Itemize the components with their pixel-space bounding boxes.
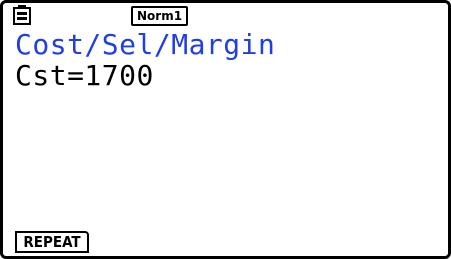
- result-line: Cst=1700: [15, 59, 154, 92]
- mode-badge: Norm1: [131, 6, 189, 26]
- battery-icon: [13, 5, 31, 25]
- screen-title: Cost/Sel/Margin: [15, 28, 276, 61]
- status-bar: Norm1: [3, 3, 448, 27]
- repeat-button[interactable]: REPEAT: [15, 231, 89, 253]
- calculator-screen: Norm1 Cost/Sel/Margin Cst=1700 REPEAT: [0, 0, 451, 259]
